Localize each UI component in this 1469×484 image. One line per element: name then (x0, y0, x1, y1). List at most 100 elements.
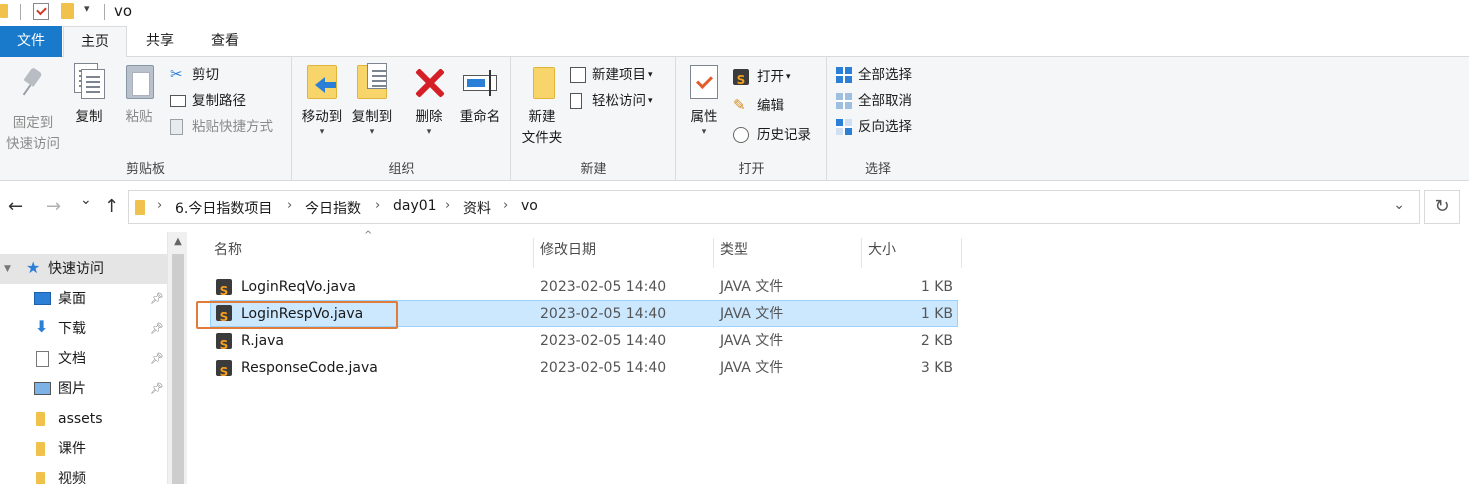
pin-icon: 📌︎ (150, 322, 164, 335)
scroll-up-icon[interactable]: ▲ (168, 236, 188, 247)
select-none-button[interactable]: 全部取消 (836, 89, 912, 113)
properties-icon[interactable] (33, 3, 49, 20)
easy-access-label: 轻松访问 (592, 93, 646, 109)
new-item-icon (570, 67, 586, 83)
history-icon (733, 127, 749, 143)
nav-item-pictures[interactable]: 图片 📌︎ (0, 374, 167, 404)
nav-item-desktop[interactable]: 桌面 📌︎ (0, 284, 167, 314)
recent-locations-button[interactable]: ⌄ (80, 192, 92, 208)
customize-quick-access-dropdown[interactable]: ▾ (84, 2, 90, 15)
nav-item-downloads[interactable]: ⬇ 下载 📌︎ (0, 314, 167, 344)
nav-item-label: 文档 (58, 351, 86, 367)
forward-button[interactable]: → (46, 196, 61, 217)
nav-item-assets[interactable]: assets (0, 404, 167, 434)
file-size: 2 KB (920, 333, 953, 349)
breadcrumb-chevron[interactable]: › (157, 198, 162, 213)
select-none-icon (836, 93, 852, 109)
new-folder-icon[interactable] (61, 3, 74, 19)
documents-icon (36, 351, 49, 367)
invert-selection-label: 反向选择 (858, 119, 912, 135)
rename-button[interactable]: 重命名 (455, 63, 505, 128)
back-button[interactable]: ← (8, 196, 23, 217)
invert-selection-button[interactable]: 反向选择 (836, 115, 912, 139)
breadcrumb-item[interactable]: 6.今日指数项目 (175, 198, 272, 218)
refresh-button[interactable]: ↻ (1424, 190, 1460, 224)
expand-icon[interactable]: ▼ (4, 254, 11, 284)
copy-to-button[interactable]: 复制到 ▾ (347, 63, 397, 137)
tab-view[interactable]: 查看 (196, 26, 254, 57)
copy-button[interactable]: 复制 (68, 63, 110, 128)
edit-button[interactable]: ✎ 编辑 (733, 94, 784, 118)
properties-button[interactable]: 属性 ▾ (683, 63, 725, 137)
open-group: 属性 ▾ 打开▾ ✎ 编辑 历史记录 打开 (677, 57, 827, 181)
file-type: JAVA 文件 (720, 333, 784, 349)
paste-label: 粘贴 (125, 109, 153, 125)
breadcrumb-chevron[interactable]: › (287, 198, 292, 213)
file-size: 1 KB (920, 279, 953, 295)
open-dropdown-icon: ▾ (786, 72, 791, 82)
select-all-icon (836, 67, 852, 83)
breadcrumb-item[interactable]: 资料 (463, 198, 491, 218)
copy-path-button[interactable]: 复制路径 (170, 89, 246, 113)
copy-label: 复制 (75, 109, 103, 125)
nav-item-courseware[interactable]: 课件 (0, 434, 167, 464)
clipboard-group: 固定到 快速访问 复制 粘贴 ✂ 剪切 复制路径 粘贴快捷方式 剪贴板 (0, 57, 292, 181)
scrollbar-thumb[interactable] (172, 254, 184, 484)
navigation-bar: ← → ⌄ ↑ › 6.今日指数项目 › 今日指数 › day01 › 资料 ›… (0, 182, 1469, 232)
tab-home[interactable]: 主页 (63, 26, 127, 58)
pin-icon (16, 69, 50, 107)
history-button[interactable]: 历史记录 (733, 123, 811, 147)
divider (20, 4, 21, 20)
nav-item-label: 下载 (58, 321, 86, 337)
file-row[interactable]: ResponseCode.java 2023-02-05 14:40 JAVA … (210, 355, 958, 386)
pin-label-line2: 快速访问 (6, 136, 60, 152)
column-header-name[interactable]: 名称 (208, 238, 534, 268)
new-folder-button[interactable]: 新建 文件夹 (516, 63, 568, 149)
sublime-text-icon (733, 68, 749, 92)
cut-label: 剪切 (192, 67, 219, 83)
new-group-label: 新建 (580, 162, 607, 177)
address-bar[interactable]: › 6.今日指数项目 › 今日指数 › day01 › 资料 › vo ⌄ (128, 190, 1420, 224)
column-header-size[interactable]: 大小 (862, 238, 962, 268)
file-row-selected[interactable]: LoginRespVo.java 2023-02-05 14:40 JAVA 文… (210, 300, 958, 331)
pin-to-quick-access-button[interactable]: 固定到 快速访问 (0, 63, 66, 155)
cut-button[interactable]: ✂ 剪切 (170, 63, 219, 87)
paste-shortcut-button[interactable]: 粘贴快捷方式 (170, 115, 273, 139)
breadcrumb-chevron[interactable]: › (503, 198, 508, 213)
file-row[interactable]: LoginReqVo.java 2023-02-05 14:40 JAVA 文件… (210, 274, 958, 305)
copy-to-icon (355, 63, 389, 101)
properties-dropdown-icon: ▾ (701, 127, 707, 137)
copy-path-icon (170, 95, 186, 107)
paste-button[interactable]: 粘贴 (118, 63, 160, 128)
breadcrumb-item-current[interactable]: vo (521, 198, 538, 214)
breadcrumb-item[interactable]: 今日指数 (305, 198, 361, 218)
up-button[interactable]: ↑ (104, 196, 119, 217)
easy-access-button[interactable]: 轻松访问 ▾ (570, 89, 653, 113)
delete-button[interactable]: 删除 ▾ (409, 63, 449, 137)
address-history-dropdown[interactable]: ⌄ (1393, 197, 1405, 213)
pictures-icon (34, 382, 51, 395)
nav-item-videos[interactable]: 视频 (0, 464, 167, 484)
breadcrumb-item[interactable]: day01 (393, 198, 437, 214)
tab-file[interactable]: 文件 (0, 26, 62, 57)
sublime-text-icon (216, 359, 232, 386)
organize-group: 移动到 ▾ 复制到 ▾ 删除 ▾ 重命名 组织 (293, 57, 511, 181)
column-header-type[interactable]: 类型 (714, 238, 862, 268)
nav-item-quick-access[interactable]: ▼ ★ 快速访问 (0, 254, 167, 284)
nav-item-documents[interactable]: 文档 📌︎ (0, 344, 167, 374)
delete-icon (412, 63, 446, 101)
sublime-text-icon (216, 278, 232, 305)
select-all-button[interactable]: 全部选择 (836, 63, 912, 87)
tab-share[interactable]: 共享 (132, 26, 188, 57)
column-header-date[interactable]: 修改日期 (534, 238, 714, 268)
breadcrumb-chevron[interactable]: › (445, 198, 450, 213)
new-item-button[interactable]: 新建项目 ▾ (570, 63, 653, 87)
file-row[interactable]: R.java 2023-02-05 14:40 JAVA 文件 2 KB (210, 328, 958, 359)
breadcrumb-chevron[interactable]: › (375, 198, 380, 213)
open-button[interactable]: 打开▾ (733, 65, 791, 92)
edit-pencil-icon: ✎ (733, 96, 746, 114)
file-date: 2023-02-05 14:40 (540, 333, 667, 349)
move-to-button[interactable]: 移动到 ▾ (297, 63, 347, 137)
file-size: 1 KB (920, 306, 953, 322)
nav-pane-scrollbar[interactable]: ▲ (167, 232, 187, 484)
